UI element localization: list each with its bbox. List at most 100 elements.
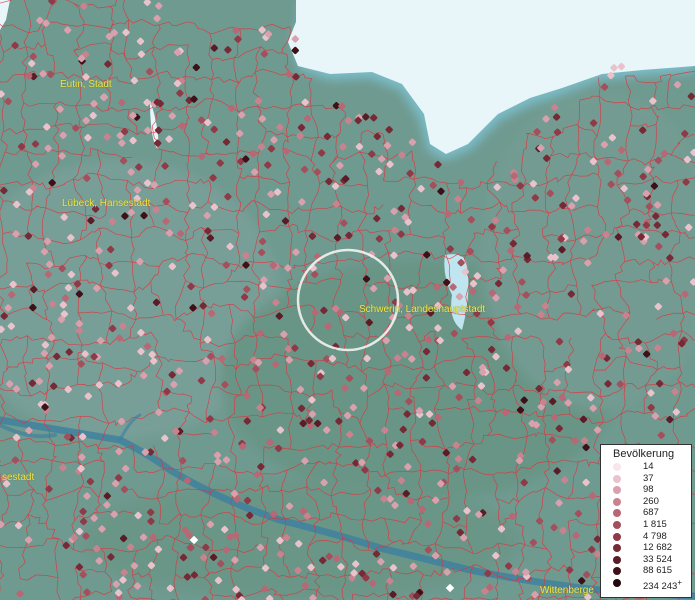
population-point[interactable] (457, 178, 465, 187)
population-point[interactable] (63, 26, 72, 34)
population-point[interactable] (80, 2, 88, 10)
population-point[interactable] (118, 98, 126, 107)
population-point[interactable] (355, 142, 364, 151)
population-point[interactable] (588, 492, 597, 500)
population-point[interactable] (375, 167, 383, 176)
population-point[interactable] (529, 538, 538, 547)
population-point[interactable] (258, 115, 267, 123)
population-point[interactable] (417, 184, 425, 193)
population-point[interactable] (16, 590, 24, 598)
population-point[interactable] (369, 114, 378, 122)
population-point[interactable] (257, 462, 265, 471)
population-point[interactable] (213, 451, 222, 459)
population-point[interactable] (48, 0, 56, 5)
population-point[interactable] (103, 492, 111, 500)
population-point[interactable] (262, 210, 270, 219)
population-point[interactable] (508, 512, 517, 521)
population-point[interactable] (383, 141, 392, 150)
population-point[interactable] (79, 507, 87, 516)
population-point[interactable] (24, 536, 33, 544)
population-point[interactable] (333, 233, 342, 242)
population-point[interactable] (298, 198, 306, 206)
population-point[interactable] (284, 264, 292, 272)
population-point[interactable] (647, 403, 655, 412)
population-point[interactable] (120, 485, 129, 494)
population-point[interactable] (144, 126, 152, 135)
population-point[interactable] (222, 138, 231, 146)
population-point[interactable] (446, 245, 454, 253)
population-point[interactable] (390, 251, 398, 259)
population-point[interactable] (39, 70, 47, 78)
population-point[interactable] (100, 93, 109, 101)
population-point[interactable] (103, 133, 111, 141)
population-point[interactable] (11, 41, 19, 50)
population-point[interactable] (362, 113, 370, 121)
population-point[interactable] (408, 138, 417, 146)
population-point[interactable] (253, 470, 261, 479)
population-point[interactable] (588, 545, 596, 554)
population-point[interactable] (577, 577, 586, 585)
population-point[interactable] (201, 595, 209, 600)
population-point[interactable] (317, 149, 326, 157)
population-point[interactable] (222, 456, 231, 464)
population-point[interactable] (43, 123, 51, 131)
population-point[interactable] (555, 499, 563, 507)
population-point[interactable] (300, 165, 309, 174)
population-point[interactable] (90, 99, 98, 108)
population-point[interactable] (504, 562, 513, 570)
population-point[interactable] (78, 453, 86, 461)
population-point[interactable] (198, 152, 206, 160)
population-point[interactable] (83, 492, 91, 500)
population-point[interactable] (27, 59, 36, 68)
population-point[interactable] (137, 50, 146, 58)
population-point[interactable] (83, 588, 91, 596)
population-point[interactable] (59, 131, 67, 139)
population-point[interactable] (0, 90, 5, 98)
population-point[interactable] (535, 517, 544, 525)
population-point[interactable] (375, 235, 384, 243)
population-point[interactable] (323, 132, 332, 141)
population-point[interactable] (267, 190, 275, 198)
population-point[interactable] (89, 111, 97, 120)
population-point[interactable] (59, 463, 67, 472)
population-point[interactable] (582, 570, 591, 579)
population-point[interactable] (331, 182, 340, 190)
population-point[interactable] (264, 161, 272, 169)
population-point[interactable] (391, 226, 399, 234)
population-point[interactable] (122, 28, 130, 37)
population-point[interactable] (666, 415, 674, 424)
population-point[interactable] (296, 132, 304, 140)
population-point[interactable] (368, 150, 376, 158)
population-point[interactable] (444, 210, 452, 218)
population-point[interactable] (24, 72, 33, 80)
population-point[interactable] (235, 129, 244, 138)
population-point[interactable] (82, 116, 90, 125)
population-point[interactable] (257, 143, 266, 151)
population-point[interactable] (649, 97, 657, 105)
population-point[interactable] (687, 92, 695, 100)
population-point[interactable] (31, 140, 40, 148)
population-point[interactable] (84, 133, 92, 142)
population-point[interactable] (161, 434, 169, 442)
population-point[interactable] (467, 215, 475, 224)
population-point[interactable] (79, 517, 88, 526)
population-point[interactable] (560, 476, 569, 484)
population-point[interactable] (429, 181, 437, 189)
population-point[interactable] (270, 136, 278, 144)
population-point[interactable] (397, 230, 405, 238)
population-point[interactable] (338, 102, 346, 110)
population-point[interactable] (267, 144, 276, 153)
population-point[interactable] (332, 200, 340, 208)
population-point[interactable] (121, 464, 130, 473)
population-point[interactable] (216, 159, 224, 167)
population-point[interactable] (145, 67, 154, 76)
population-point[interactable] (673, 80, 682, 89)
population-point[interactable] (104, 60, 112, 68)
population-point[interactable] (62, 541, 70, 550)
population-point[interactable] (423, 251, 431, 259)
population-point[interactable] (210, 428, 219, 437)
population-point[interactable] (14, 521, 23, 530)
population-point[interactable] (550, 523, 558, 532)
population-point[interactable] (249, 149, 257, 158)
population-point[interactable] (4, 97, 12, 106)
